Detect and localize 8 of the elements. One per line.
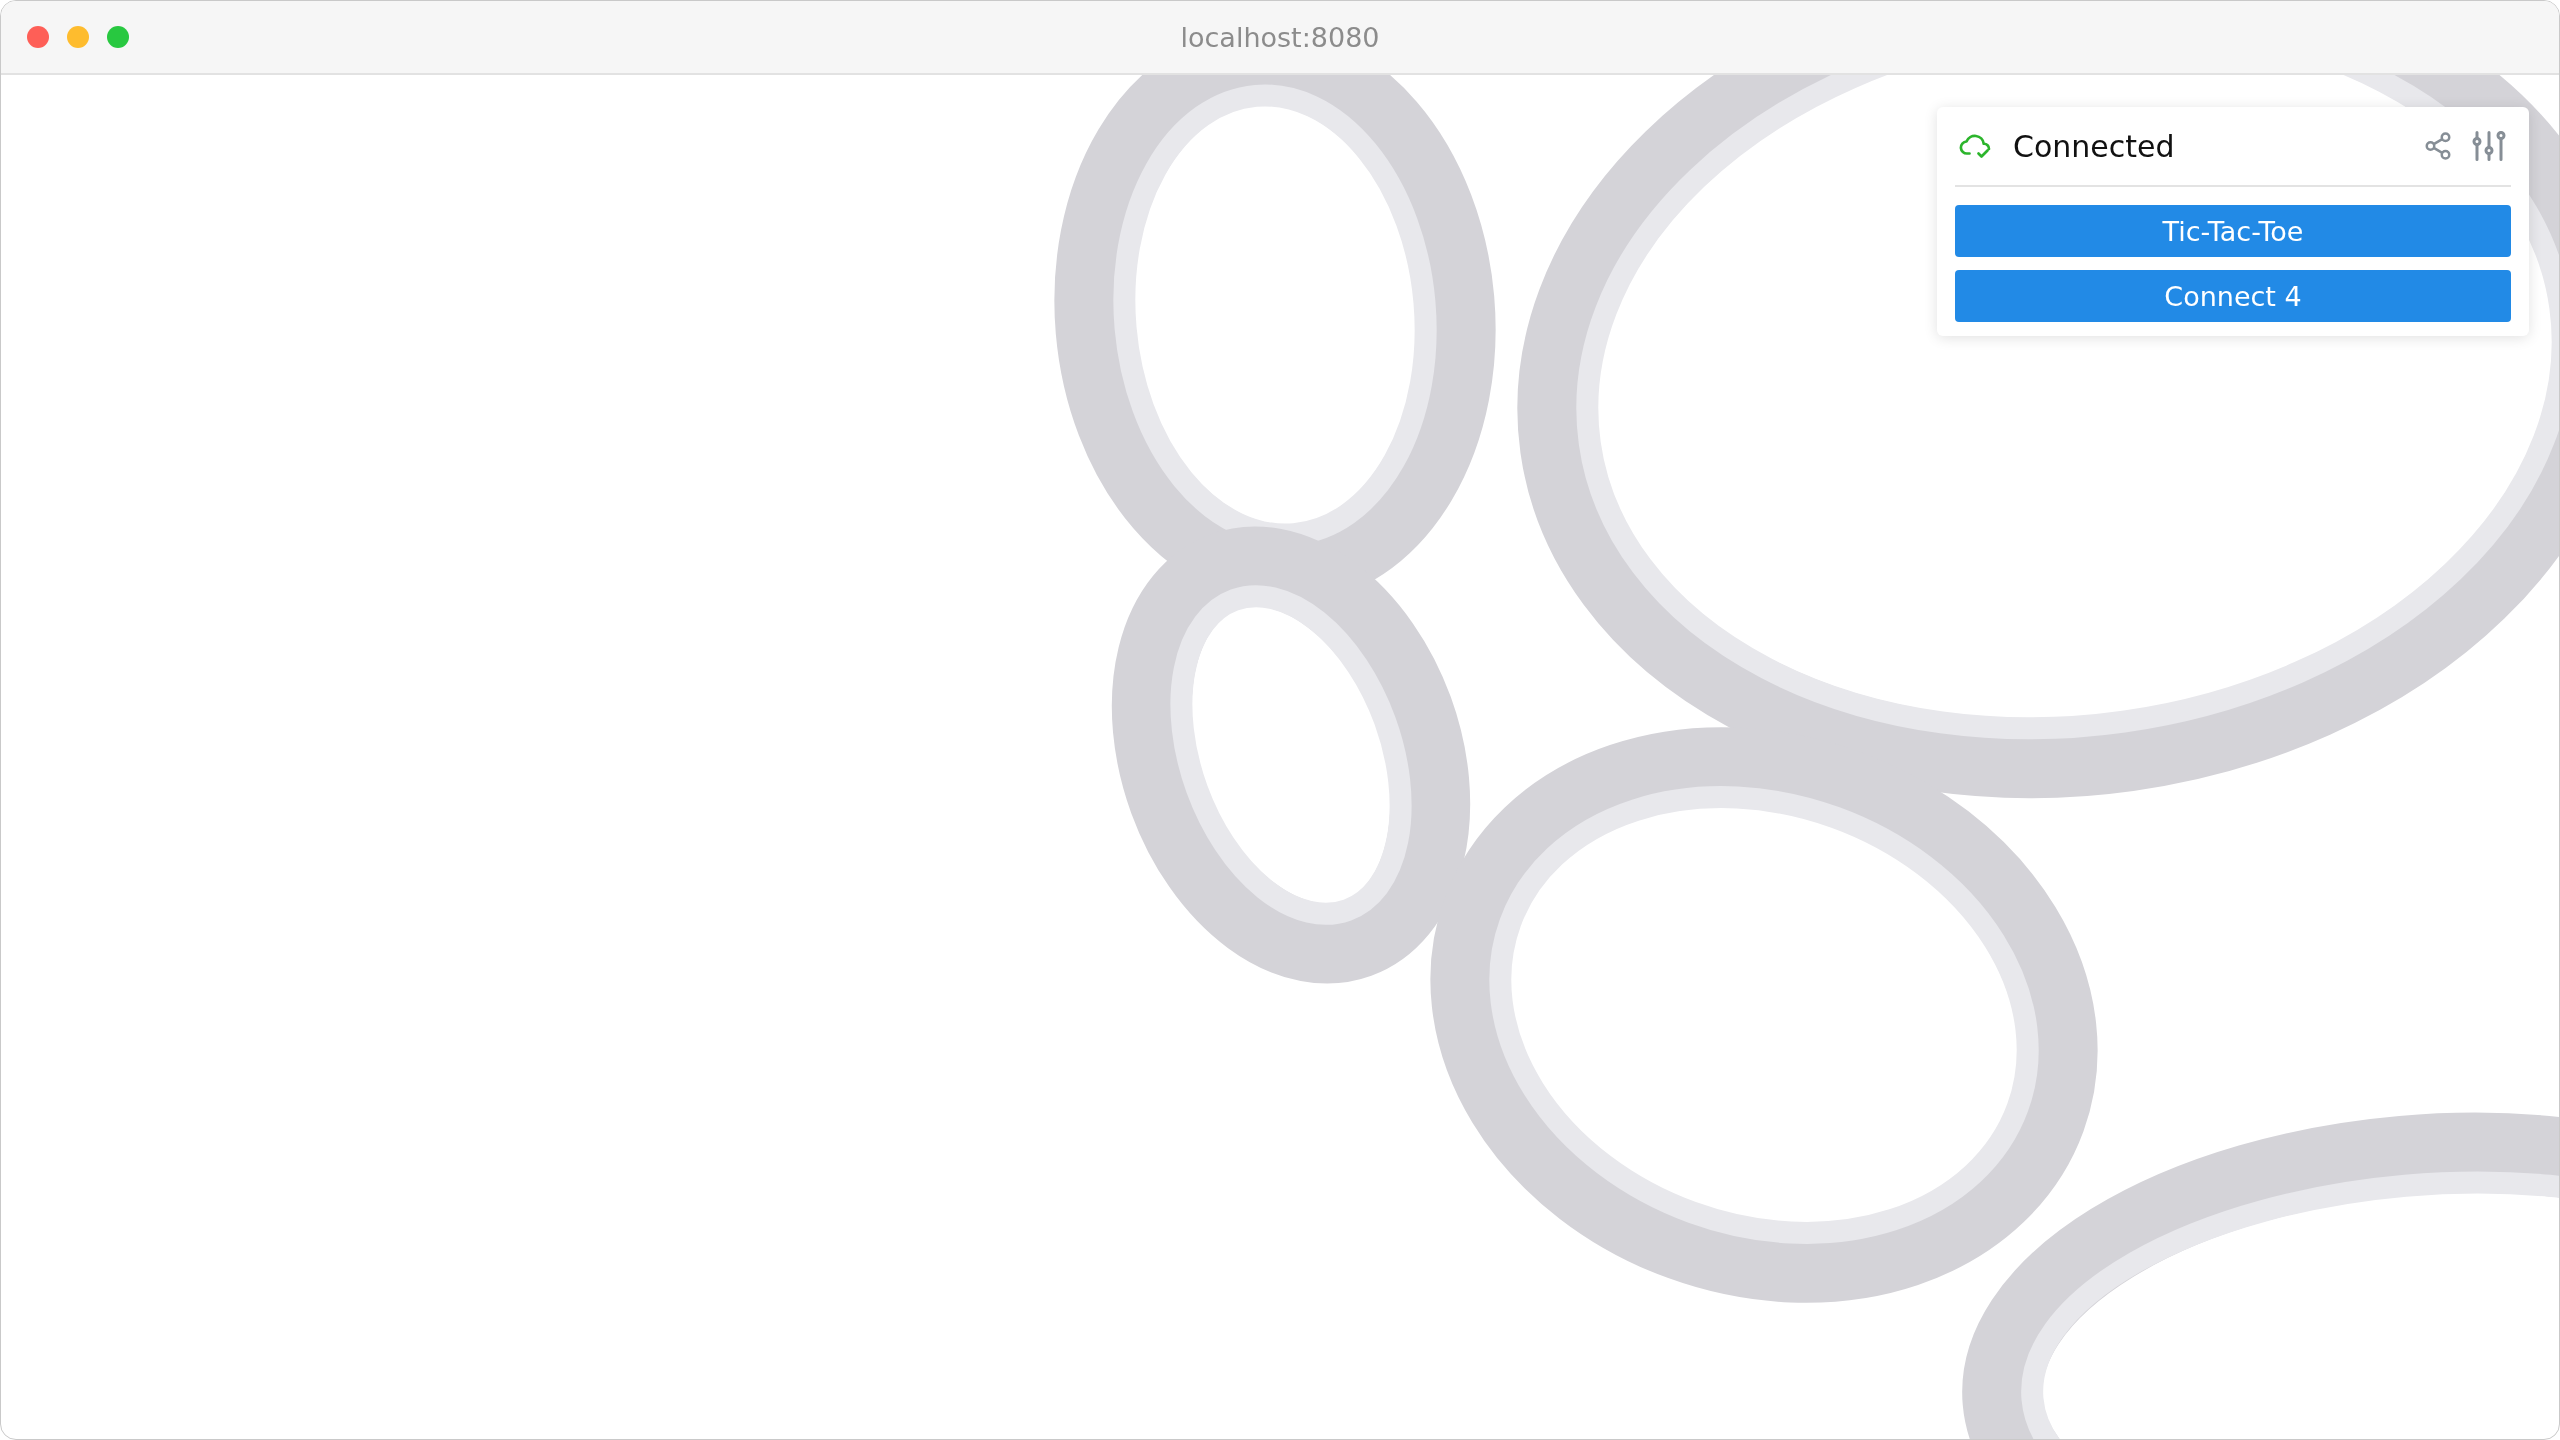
share-icon[interactable] xyxy=(2423,131,2453,161)
zoom-button[interactable] xyxy=(107,26,129,48)
connection-status: Connected xyxy=(2013,128,2176,164)
close-button[interactable] xyxy=(27,26,49,48)
game-button[interactable]: Connect 4 xyxy=(1955,270,2511,322)
window-title: localhost:8080 xyxy=(1180,21,1380,53)
minimize-button[interactable] xyxy=(67,26,89,48)
game-button[interactable]: Tic-Tac-Toe xyxy=(1955,205,2511,257)
